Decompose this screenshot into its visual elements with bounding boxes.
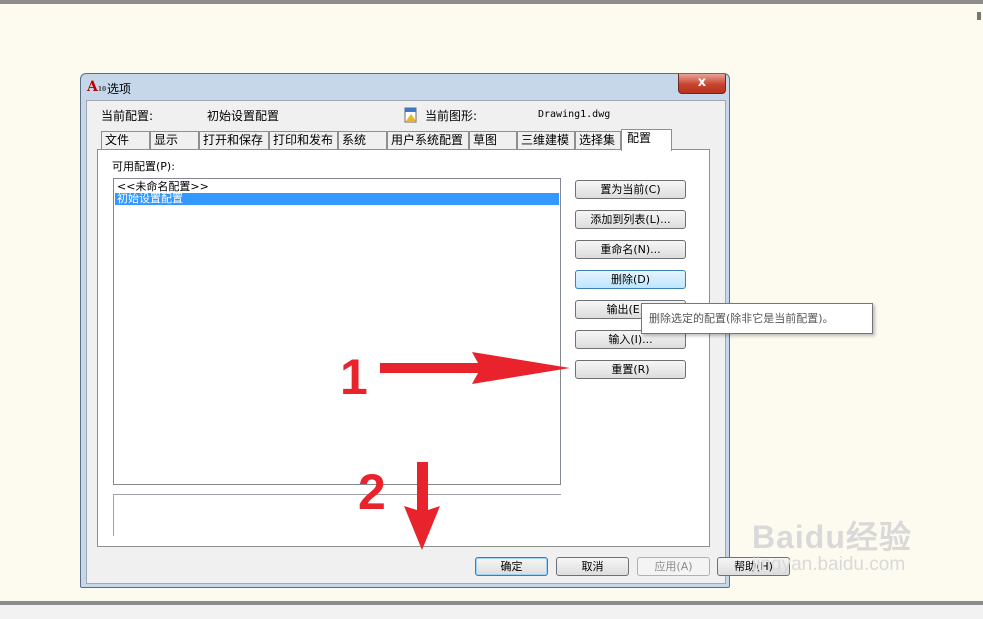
current-profile-value: 初始设置配置 xyxy=(207,109,280,123)
current-drawing-label: 当前图形: xyxy=(425,109,478,123)
close-button[interactable]: x xyxy=(678,74,726,94)
rename-button[interactable]: 重命名(N)... xyxy=(575,240,686,259)
reset-button[interactable]: 重置(R) xyxy=(575,360,686,379)
current-drawing-value: Drawing1.dwg xyxy=(538,109,611,120)
tab-system[interactable]: 系统 xyxy=(338,131,387,149)
watermark-url: jingyan.baidu.com xyxy=(752,554,906,575)
apply-button[interactable]: 应用(A) xyxy=(637,557,710,576)
cancel-button[interactable]: 取消 xyxy=(556,557,629,576)
tab-3d-modeling[interactable]: 三维建模 xyxy=(517,131,575,149)
tab-profiles[interactable]: 配置 xyxy=(621,129,672,151)
step-2-number: 2 xyxy=(358,464,386,520)
tab-user-preferences[interactable]: 用户系统配置 xyxy=(387,131,469,149)
autocad-app-icon: A10 xyxy=(87,79,107,95)
tab-open-and-save[interactable]: 打开和保存 xyxy=(199,131,269,149)
screen-edge-mark xyxy=(977,12,981,20)
title-bar[interactable]: A10 选项 x xyxy=(81,74,729,100)
profile-description-box xyxy=(113,494,561,536)
step-1-arrow-icon xyxy=(380,352,570,384)
drawing-file-icon xyxy=(404,107,417,123)
add-to-list-button[interactable]: 添加到列表(L)... xyxy=(575,210,686,229)
delete-button[interactable]: 删除(D) xyxy=(575,270,686,289)
step-1-number: 1 xyxy=(340,349,368,405)
watermark-logo: Baidu经验 xyxy=(752,519,912,555)
screen-bottom-strip xyxy=(0,605,983,619)
current-profile-label: 当前配置: xyxy=(101,109,154,123)
set-current-button[interactable]: 置为当前(C) xyxy=(575,180,686,199)
delete-tooltip: 删除选定的配置(除非它是当前配置)。 xyxy=(641,303,873,334)
step-2-arrow-icon xyxy=(404,462,440,550)
dialog-title: 选项 xyxy=(107,82,132,96)
tab-files[interactable]: 文件 xyxy=(101,131,150,149)
tab-drafting[interactable]: 草图 xyxy=(469,131,517,149)
tab-plot-and-publish[interactable]: 打印和发布 xyxy=(269,131,338,149)
ok-button[interactable]: 确定 xyxy=(475,557,548,576)
baidu-watermark: Baidu经验 jingyan.baidu.com xyxy=(752,512,912,576)
profiles-listbox[interactable]: <<未命名配置>> 初始设置配置 xyxy=(113,178,561,485)
profile-item-initial-setup[interactable]: 初始设置配置 xyxy=(115,193,559,205)
tab-selection[interactable]: 选择集 xyxy=(575,131,621,149)
available-profiles-label: 可用配置(P): xyxy=(112,160,175,173)
screen-top-border xyxy=(0,0,983,4)
tab-display[interactable]: 显示 xyxy=(150,131,199,149)
